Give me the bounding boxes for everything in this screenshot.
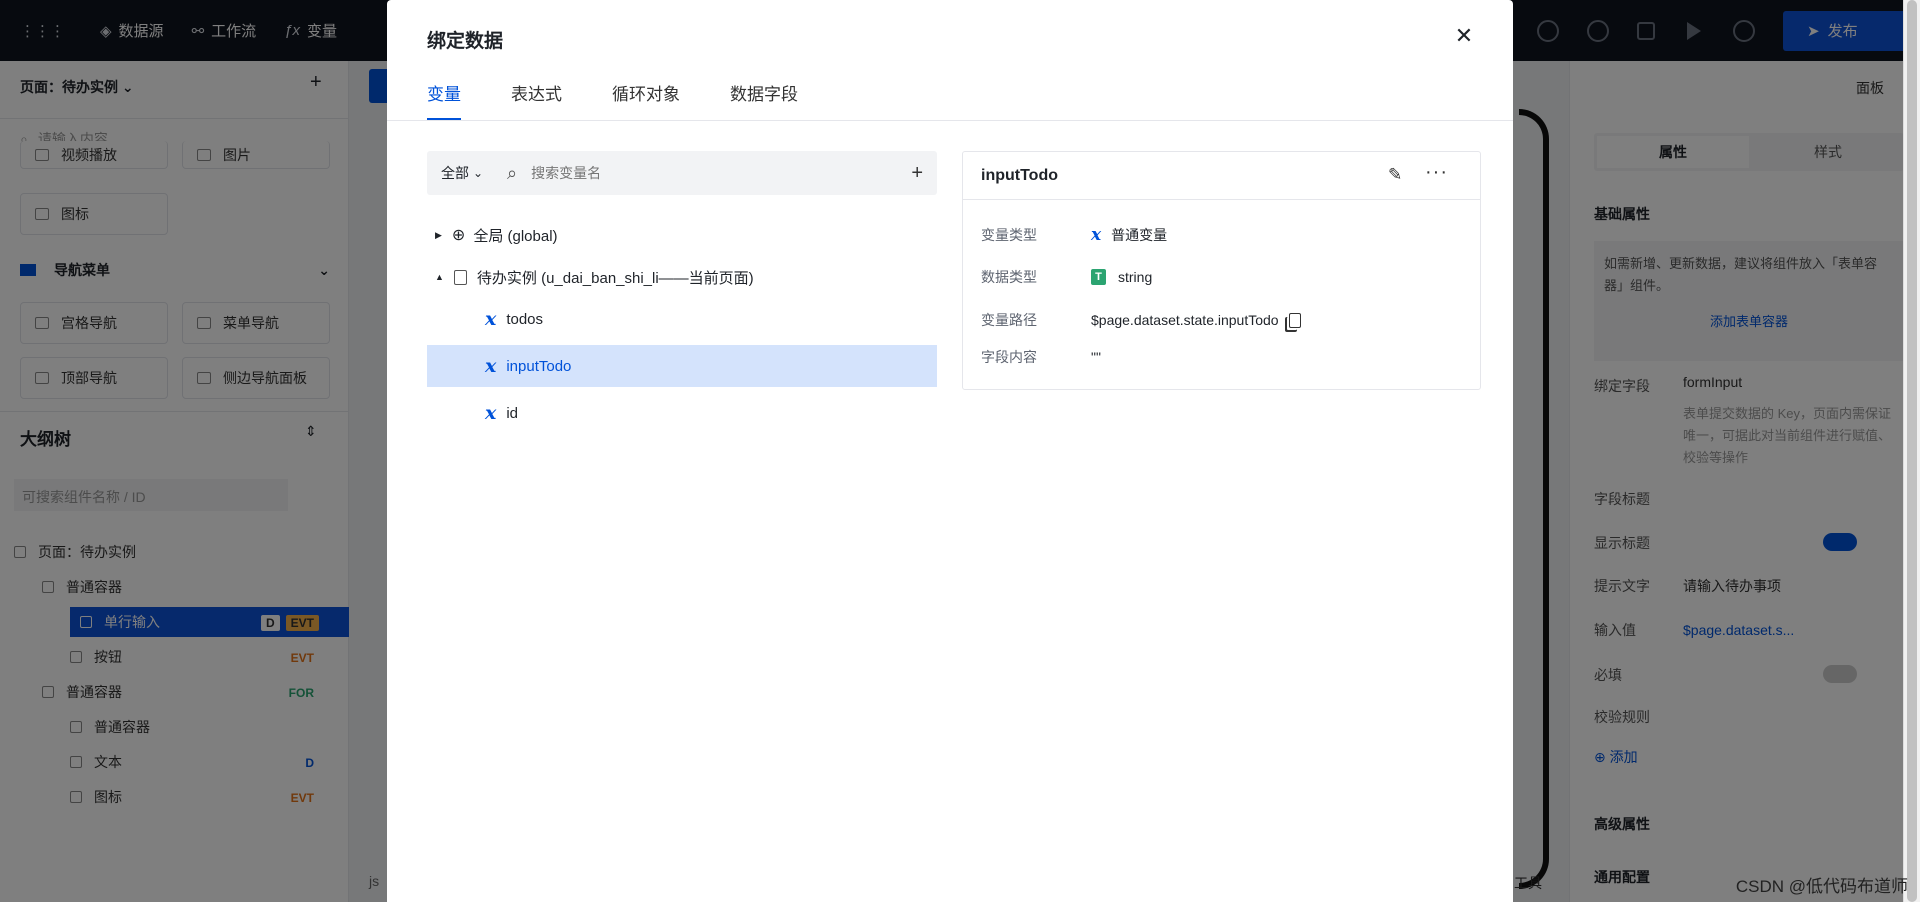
close-icon[interactable]: ✕ — [1452, 24, 1476, 48]
watermark: CSDN @低代码布道师 — [1735, 877, 1908, 896]
variable-name: id — [506, 404, 519, 422]
search-icon: ⌕ — [507, 162, 518, 183]
scrollbar-thumb[interactable] — [1907, 0, 1917, 902]
tabs-divider — [387, 120, 1513, 121]
caret-down-icon: ▲ — [435, 272, 444, 282]
page-scrollbar[interactable] — [1903, 0, 1920, 902]
detail-header: inputTodo ✎ ··· — [963, 152, 1480, 200]
globe-icon: ⊕ — [451, 227, 466, 244]
tree-node-label: 全局 (global) — [473, 227, 558, 245]
tab-expression[interactable]: 表达式 — [511, 78, 562, 120]
variable-x-icon: x — [1091, 225, 1102, 245]
copy-icon[interactable] — [1288, 312, 1301, 328]
detail-row-data-type: 数据类型 T string — [981, 267, 1152, 287]
detail-key: 数据类型 — [981, 269, 1037, 285]
data-type-value: string — [1118, 269, 1153, 285]
detail-value: $page.dataset.state.inputTodo — [1091, 312, 1301, 328]
dialog-title: 绑定数据 — [427, 31, 504, 52]
dialog-tabs: 变量 表达式 循环对象 数据字段 — [427, 78, 848, 121]
detail-value: T string — [1091, 269, 1152, 285]
edit-pencil-icon[interactable]: ✎ — [1388, 165, 1402, 185]
page-file-icon — [453, 269, 467, 285]
more-icon[interactable]: ··· — [1425, 161, 1448, 184]
variable-x-icon: x — [485, 355, 497, 377]
tab-variables[interactable]: 变量 — [427, 78, 461, 121]
variable-x-icon: x — [485, 402, 497, 424]
string-type-icon: T — [1091, 269, 1106, 285]
detail-row-field-content: 字段内容 "" — [981, 347, 1101, 367]
tab-data-field[interactable]: 数据字段 — [730, 78, 798, 120]
variable-name: inputTodo — [506, 357, 572, 375]
variable-detail-card: inputTodo ✎ ··· 变量类型 x 普通变量 数据类型 T strin… — [962, 151, 1481, 390]
caret-right-icon: ▶ — [435, 229, 442, 240]
tree-node-global[interactable]: ▶ ⊕ 全局 (global) — [427, 214, 937, 256]
bind-data-dialog: 绑定数据 ✕ 变量 表达式 循环对象 数据字段 全部 ⌄ ⌕ + ▶ ⊕ 全局 … — [387, 0, 1513, 902]
variable-search-input[interactable] — [531, 165, 872, 181]
detail-key: 字段内容 — [981, 349, 1037, 365]
tab-loop-object[interactable]: 循环对象 — [612, 78, 680, 120]
scope-select-value: 全部 — [441, 165, 469, 181]
variable-item[interactable]: x todos — [427, 298, 937, 340]
variable-path-value: $page.dataset.state.inputTodo — [1091, 312, 1279, 328]
variable-name: todos — [506, 310, 544, 328]
chevron-down-icon: ⌄ — [473, 166, 484, 180]
variable-type-value: 普通变量 — [1111, 227, 1168, 243]
tree-node-page[interactable]: ▲ 待办实例 (u_dai_ban_shi_li——当前页面) — [427, 256, 937, 298]
variable-item-selected[interactable]: x inputTodo — [427, 345, 937, 387]
scope-select[interactable]: 全部 ⌄ — [427, 163, 507, 183]
add-variable-icon[interactable]: + — [911, 162, 923, 185]
detail-row-variable-path: 变量路径 $page.dataset.state.inputTodo — [981, 310, 1301, 330]
variable-filter-bar: 全部 ⌄ ⌕ + — [427, 151, 937, 195]
detail-key: 变量路径 — [981, 312, 1037, 328]
tree-node-label: 待办实例 (u_dai_ban_shi_li——当前页面) — [476, 269, 754, 287]
detail-key: 变量类型 — [981, 227, 1037, 243]
detail-value: x 普通变量 — [1091, 225, 1167, 245]
variable-x-icon: x — [485, 308, 497, 330]
variable-item[interactable]: x id — [427, 392, 937, 434]
detail-variable-name: inputTodo — [981, 166, 1058, 184]
detail-row-variable-type: 变量类型 x 普通变量 — [981, 225, 1167, 245]
field-content-value: "" — [1091, 349, 1101, 365]
